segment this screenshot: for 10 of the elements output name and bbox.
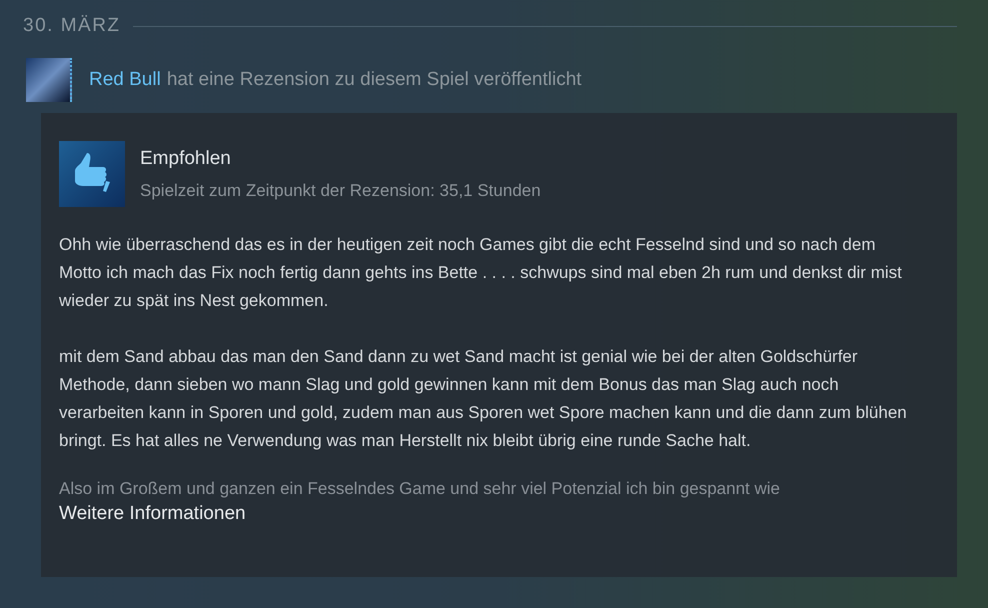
review-paragraph: mit dem Sand abbau das man den Sand dann zu wet Sand macht ist genial wie bei der alten Goldschürfer Methode, dann sieben wo mann Slag und gold gewinnen kann mit dem Bonus das man Slag auch noch verarbeiten kann in Sporen und gold, zudem man aus Sporen wet Spore machen kann und die dann zum blühen bringt. Es hat alles ne Verwendung was man Herstellt nix bleibt übrig eine runde Sache halt.: [59, 346, 908, 452]
playtime: Spielzeit zum Zeitpunkt der Rezension: 35,1 Stunden: [140, 180, 541, 202]
author-link[interactable]: Red Bull: [89, 66, 161, 94]
review-text-faded: Also im Großem und ganzen ein Fesselndes Game und sehr viel Potenzial ich bin gespannt wie: [59, 479, 781, 499]
avatar[interactable]: [26, 58, 72, 102]
read-more-link[interactable]: Weitere Informationen: [59, 500, 246, 528]
activity-text: hat eine Rezension zu diesem Spiel veröffentlicht: [166, 68, 582, 92]
review-paragraph: Ohh wie überraschend das es in der heutigen zeit noch Games gibt die echt Fesselnd sind und so nach dem Motto ich mach das Fix noch fertig dann gehts ins Bette . . . . schwups sind mal eben 2h rum und denkst dir mist wieder zu spät ins Nest gekommen.: [59, 234, 903, 312]
date-heading: 30. MÄRZ: [23, 14, 121, 38]
review-verdict: Empfohlen: [140, 147, 232, 171]
